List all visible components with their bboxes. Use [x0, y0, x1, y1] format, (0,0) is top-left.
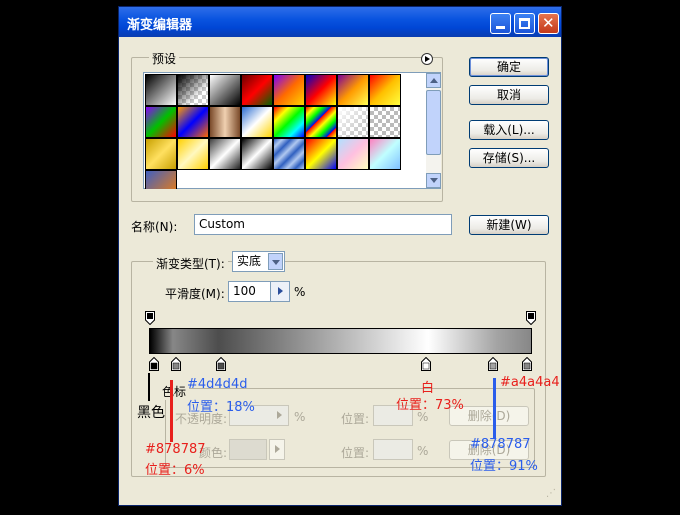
annotation-blue1: #4d4d4d	[187, 377, 248, 392]
window-title: 渐变编辑器	[127, 18, 193, 33]
opacity-unit: %	[294, 410, 306, 424]
preset-swatch[interactable]	[305, 138, 337, 170]
preset-swatch[interactable]	[337, 74, 369, 106]
cancel-button[interactable]: 取消	[469, 85, 549, 105]
name-input[interactable]: Custom	[194, 214, 452, 235]
preset-swatch[interactable]	[209, 106, 241, 138]
save-button[interactable]: 存储(S)...	[469, 148, 549, 168]
smoothness-unit: %	[294, 285, 306, 299]
preset-swatch[interactable]	[273, 74, 305, 106]
annotation-blue2-position: 位置：91%	[470, 459, 538, 474]
preset-swatch[interactable]	[241, 106, 273, 138]
chevron-down-icon	[430, 178, 438, 183]
preset-swatch[interactable]	[145, 74, 177, 106]
preset-swatch[interactable]	[369, 74, 401, 106]
preset-swatch[interactable]	[209, 74, 241, 106]
annotation-black: 黑色	[137, 405, 165, 421]
color-stop[interactable]	[522, 356, 532, 371]
play-arrow-icon	[275, 445, 280, 453]
preset-swatch[interactable]	[273, 106, 305, 138]
opacity-slider-button[interactable]	[271, 406, 288, 425]
preset-scrollbar[interactable]	[426, 73, 441, 188]
preset-swatch[interactable]	[241, 74, 273, 106]
stops-group-label: 色标	[159, 383, 190, 400]
preset-swatch[interactable]	[305, 74, 337, 106]
scroll-down-button[interactable]	[426, 173, 441, 188]
preset-grid	[145, 74, 425, 189]
preset-swatch[interactable]	[369, 138, 401, 170]
gradient-preview-bar[interactable]	[149, 328, 532, 354]
presets-menu-button[interactable]	[421, 53, 433, 65]
opacity-stop-end[interactable]	[526, 311, 536, 326]
preset-swatch[interactable]	[145, 106, 177, 138]
maximize-icon	[519, 18, 530, 29]
chevron-up-icon	[430, 78, 438, 83]
color-stop[interactable]	[421, 356, 432, 371]
color-position-label: 位置:	[341, 446, 370, 460]
title-bar[interactable]: 渐变编辑器 ✕	[119, 7, 561, 37]
presets-label: 预设	[149, 50, 180, 67]
load-button[interactable]: 载入(L)...	[469, 120, 549, 140]
new-button[interactable]: 新建(W)	[469, 215, 549, 235]
preset-list	[143, 72, 441, 189]
scroll-up-button[interactable]	[426, 73, 441, 88]
close-button[interactable]: ✕	[538, 13, 559, 34]
minimize-button[interactable]	[490, 13, 511, 34]
color-stop[interactable]	[171, 356, 182, 371]
color-position-unit: %	[417, 444, 429, 458]
annotation-red2: #a4a4a4	[500, 375, 560, 390]
annotation-blue2: #878787	[470, 437, 531, 452]
annotation-white-position: 位置：73%	[396, 398, 464, 413]
preset-swatch[interactable]	[305, 106, 337, 138]
annotation-blue1-position: 位置：18%	[187, 400, 255, 415]
preset-swatch[interactable]	[337, 138, 369, 170]
play-arrow-icon	[425, 56, 430, 62]
dropdown-button[interactable]	[268, 253, 283, 270]
annotation-red1-position: 位置：6%	[145, 463, 205, 478]
preset-swatch[interactable]	[369, 106, 401, 138]
preset-swatch[interactable]	[145, 170, 177, 189]
preset-swatch[interactable]	[177, 74, 209, 106]
color-menu-button[interactable]	[269, 439, 285, 460]
smoothness-input[interactable]: 100	[228, 281, 290, 302]
preset-swatch[interactable]	[241, 138, 273, 170]
smoothness-label: 平滑度(M):	[165, 287, 225, 301]
color-stop[interactable]	[488, 356, 499, 371]
preset-swatch[interactable]	[209, 138, 241, 170]
gradient-type-value: 实底	[237, 254, 262, 268]
preset-swatch[interactable]	[337, 106, 369, 138]
smoothness-value: 100	[233, 284, 256, 298]
play-arrow-icon	[278, 287, 283, 295]
smoothness-slider-button[interactable]	[270, 282, 289, 301]
annotation-line-blue	[493, 378, 496, 438]
name-label: 名称(N):	[131, 220, 178, 234]
scroll-thumb[interactable]	[426, 90, 441, 155]
opacity-position-label: 位置:	[341, 412, 370, 426]
annotation-line-red	[170, 380, 173, 442]
preset-swatch[interactable]	[177, 138, 209, 170]
preset-swatch[interactable]	[273, 138, 305, 170]
opacity-stop-start[interactable]	[145, 311, 155, 326]
minimize-icon	[496, 26, 505, 29]
chevron-down-icon	[272, 260, 280, 265]
color-swatch[interactable]	[229, 439, 267, 460]
close-icon: ✕	[542, 14, 555, 32]
annotation-line-black	[148, 373, 150, 401]
color-stop[interactable]	[216, 356, 227, 371]
play-arrow-icon	[277, 411, 282, 419]
preset-swatch[interactable]	[177, 106, 209, 138]
maximize-button[interactable]	[514, 13, 535, 34]
annotation-red1: #878787	[145, 442, 206, 457]
gradient-type-label: 渐变类型(T):	[153, 255, 228, 272]
preset-swatch[interactable]	[145, 138, 177, 170]
ok-button[interactable]: 确定	[469, 57, 549, 77]
resize-grip-icon[interactable]: ⋰	[546, 488, 556, 499]
color-position-input[interactable]	[373, 439, 413, 460]
color-stop[interactable]	[149, 356, 159, 371]
gradient-type-select[interactable]: 实底	[232, 251, 285, 272]
